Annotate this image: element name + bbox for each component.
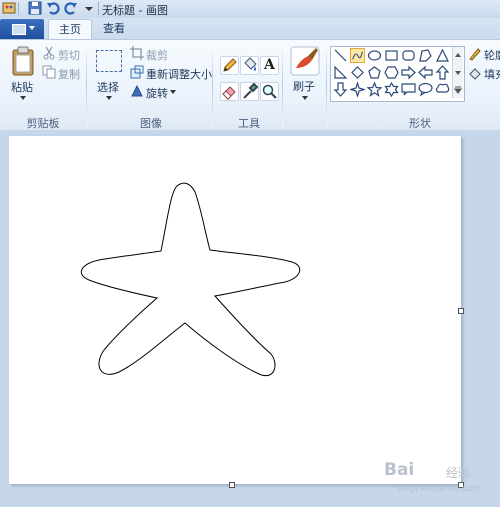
drawing-canvas[interactable] xyxy=(9,136,461,484)
eyedropper-icon xyxy=(243,82,259,99)
brush-icon[interactable] xyxy=(290,46,320,76)
select-label[interactable]: 选择 xyxy=(97,79,119,95)
color-picker-tool[interactable] xyxy=(240,82,259,101)
right-triangle-shape-icon[interactable] xyxy=(333,65,348,80)
magnifier-icon xyxy=(262,84,277,99)
brushes-label[interactable]: 刷子 xyxy=(293,78,315,94)
group-divider xyxy=(86,44,87,128)
left-arrow-shape-icon[interactable] xyxy=(418,65,433,80)
chevron-up-icon xyxy=(455,53,461,57)
paste-dropdown-icon[interactable] xyxy=(19,95,27,101)
rectangle-shape-icon[interactable] xyxy=(384,48,399,63)
undo-icon[interactable] xyxy=(46,1,60,15)
pencil-icon xyxy=(223,58,237,72)
paint-app-icon[interactable] xyxy=(2,1,16,15)
down-arrow-shape-icon[interactable] xyxy=(333,82,348,97)
text-icon: A xyxy=(264,57,275,73)
diamond-shape-icon[interactable] xyxy=(350,65,365,80)
fill-label[interactable]: 填充 xyxy=(484,66,500,82)
select-icon[interactable] xyxy=(96,50,122,72)
cloud-callout-shape-icon[interactable] xyxy=(435,82,450,97)
line-shape-icon[interactable] xyxy=(333,48,348,63)
fill-tool[interactable] xyxy=(240,56,259,75)
title-divider xyxy=(98,2,99,15)
four-point-star-shape-icon[interactable] xyxy=(350,82,365,97)
shapes-scroll-up[interactable] xyxy=(452,47,463,64)
resize-handle-bottom[interactable] xyxy=(229,482,235,488)
oval-callout-shape-icon[interactable] xyxy=(418,82,433,97)
watermark-url: jingyan.baidu.com xyxy=(398,484,482,494)
shapes-group-label: 形状 xyxy=(409,117,431,130)
paste-label[interactable]: 粘贴 xyxy=(11,79,33,95)
select-dropdown-icon[interactable] xyxy=(105,95,113,101)
expand-icon xyxy=(454,86,462,94)
rounded-rectangle-shape-icon[interactable] xyxy=(401,48,416,63)
file-menu-button[interactable] xyxy=(0,19,44,39)
redo-icon[interactable] xyxy=(64,1,78,15)
crop-label[interactable]: 裁剪 xyxy=(146,47,168,63)
crop-icon[interactable] xyxy=(130,46,144,60)
rotate-icon[interactable] xyxy=(130,84,144,98)
tab-view[interactable]: 查看 xyxy=(94,19,134,39)
save-icon[interactable] xyxy=(28,1,42,15)
shapes-scroll-down[interactable] xyxy=(452,64,463,81)
image-group-label: 图像 xyxy=(140,117,162,130)
file-menu-icon xyxy=(12,24,26,35)
shapes-expand[interactable] xyxy=(452,81,463,98)
five-point-star-shape-icon[interactable] xyxy=(367,82,382,97)
resize-icon[interactable] xyxy=(130,65,144,79)
eraser-icon xyxy=(222,86,236,100)
pentagon-shape-icon[interactable] xyxy=(367,65,382,80)
watermark-logo-suffix: 经验 xyxy=(446,466,471,480)
right-arrow-shape-icon[interactable] xyxy=(401,65,416,80)
hexagon-shape-icon[interactable] xyxy=(384,65,399,80)
shapes-gallery xyxy=(330,46,465,102)
outline-icon[interactable] xyxy=(468,47,482,61)
chevron-down-icon xyxy=(29,26,35,30)
curve-shape-icon[interactable] xyxy=(350,48,365,63)
tools-group-label: 工具 xyxy=(238,117,260,130)
resize-label[interactable]: 重新调整大小 xyxy=(146,66,212,82)
group-divider xyxy=(282,44,283,128)
rotate-label[interactable]: 旋转 xyxy=(146,85,168,101)
window-title: 无标题 - 画图 xyxy=(102,4,168,17)
tab-home[interactable]: 主页 xyxy=(48,19,92,40)
fill-icon[interactable] xyxy=(468,66,482,80)
chevron-down-icon xyxy=(455,71,461,75)
text-tool[interactable]: A xyxy=(260,56,279,75)
triangle-shape-icon[interactable] xyxy=(435,48,450,63)
rect-callout-shape-icon[interactable] xyxy=(401,82,416,97)
star-drawing xyxy=(80,182,301,377)
qat-divider xyxy=(18,2,19,15)
resize-handle-right[interactable] xyxy=(458,308,464,314)
brushes-dropdown-icon[interactable] xyxy=(301,95,309,101)
cut-icon[interactable] xyxy=(42,46,56,60)
outline-label[interactable]: 轮廓 xyxy=(484,47,500,63)
copy-label[interactable]: 复制 xyxy=(58,66,80,82)
eraser-tool[interactable] xyxy=(220,82,239,101)
cut-label[interactable]: 剪切 xyxy=(58,47,80,63)
magnifier-tool[interactable] xyxy=(260,82,279,101)
group-divider xyxy=(326,44,327,128)
polygon-shape-icon[interactable] xyxy=(418,48,433,63)
clipboard-group-label: 剪贴板 xyxy=(26,117,60,130)
group-divider xyxy=(212,44,213,128)
title-bar: 无标题 - 画图 xyxy=(0,0,500,19)
up-arrow-shape-icon[interactable] xyxy=(435,65,450,80)
oval-shape-icon[interactable] xyxy=(367,48,382,63)
rotate-dropdown-icon[interactable] xyxy=(169,89,177,95)
pencil-tool[interactable] xyxy=(220,56,239,75)
paste-icon[interactable] xyxy=(10,46,36,76)
customize-qat-icon[interactable] xyxy=(82,1,96,15)
six-point-star-shape-icon[interactable] xyxy=(384,82,399,97)
watermark-logo: Bai xyxy=(384,460,415,480)
copy-icon[interactable] xyxy=(42,65,56,79)
fill-bucket-icon xyxy=(244,57,257,71)
